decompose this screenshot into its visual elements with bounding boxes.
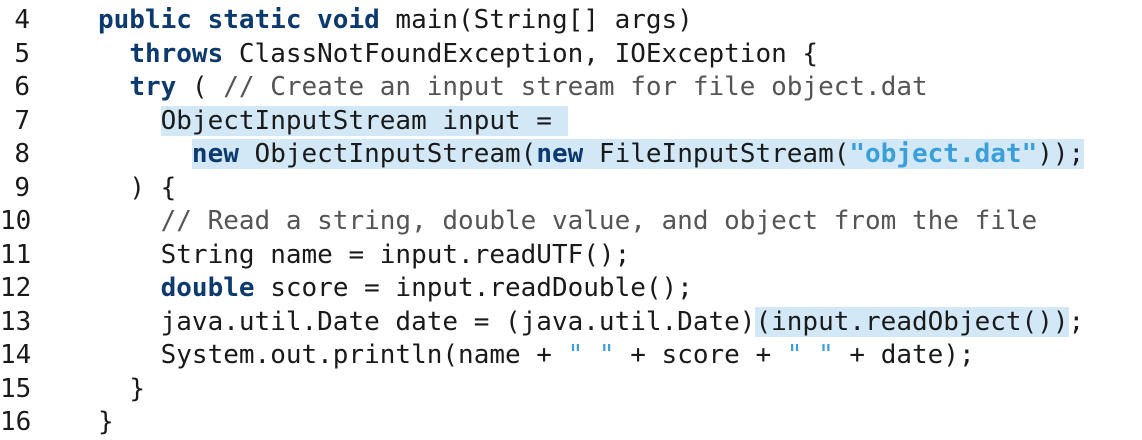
code-token: ) { [129, 172, 177, 203]
code-line: 12 double score = input.readDouble(); [0, 272, 1142, 306]
keyword: double [160, 273, 255, 303]
string-literal: " " [786, 340, 834, 370]
code-line: 11 String name = input.readUTF(); [0, 239, 1142, 273]
code-line: 7 ObjectInputStream input = [0, 105, 1142, 139]
highlighted-string: "object.dat" [849, 139, 1038, 169]
code-text: } [98, 406, 114, 440]
highlighted-code: )); [1037, 139, 1085, 169]
line-number: 6 [14, 72, 30, 102]
comment: // Read a string, double value, and obje… [160, 206, 1038, 236]
code-line: 10 // Read a string, double value, and o… [0, 205, 1142, 239]
line-number: 8 [14, 139, 30, 169]
code-text: String name = input.readUTF(); [98, 239, 631, 273]
line-number: 12 [0, 273, 32, 303]
code-line: 4 public static void main(String[] args) [0, 4, 1142, 38]
code-text: java.util.Date date = (java.util.Date)(i… [98, 306, 1084, 340]
code-text: try ( // Create an input stream for file… [98, 71, 928, 105]
code-line: 8 new ObjectInputStream(new FileInputStr… [0, 138, 1142, 172]
code-token: ( [176, 72, 224, 102]
code-text: System.out.println(name + " " + score + … [98, 339, 975, 373]
code-line: 13 java.util.Date date = (java.util.Date… [0, 306, 1142, 340]
code-line: 6 try ( // Create an input stream for fi… [0, 71, 1142, 105]
code-token: } [98, 407, 114, 437]
code-token: ClassNotFoundException, IOException { [223, 38, 819, 69]
code-token: + date); [833, 340, 975, 370]
highlighted-keyword: new [191, 139, 239, 169]
code-line: 14 System.out.println(name + " " + score… [0, 339, 1142, 373]
code-token: String name = input.readUTF(); [160, 239, 631, 270]
code-text: double score = input.readDouble(); [98, 272, 693, 306]
line-number: 7 [14, 105, 30, 136]
code-listing: 4 public static void main(String[] args) 5… [0, 4, 1142, 440]
code-text: throws ClassNotFoundException, IOExcepti… [98, 38, 818, 72]
highlighted-code: ObjectInputStream( [238, 139, 537, 169]
keyword: try [129, 72, 177, 102]
code-token: } [129, 373, 145, 404]
code-line: 16} [0, 406, 1142, 440]
highlighted-code: FileInputStream( [583, 139, 850, 169]
code-token: System.out.println(name + [160, 340, 568, 370]
line-number: 11 [0, 239, 32, 270]
line-number: 9 [14, 172, 30, 203]
keyword: public static void [98, 5, 380, 35]
line-number: 15 [0, 373, 32, 404]
code-text: new ObjectInputStream(new FileInputStrea… [98, 138, 1085, 172]
code-line: 15 } [0, 373, 1142, 407]
code-line: 9 ) { [0, 172, 1142, 206]
line-number: 14 [0, 340, 32, 370]
string-literal: " " [567, 340, 615, 370]
code-text: ObjectInputStream input = [98, 105, 568, 139]
code-token: score = input.readDouble(); [254, 273, 693, 303]
code-token: ; [1068, 306, 1085, 337]
highlighted-keyword: new [536, 139, 584, 169]
code-token: java.util.Date date = (java.util.Date) [160, 306, 756, 337]
code-text: // Read a string, double value, and obje… [98, 205, 1038, 239]
line-number: 13 [0, 306, 32, 337]
line-number: 10 [0, 206, 32, 236]
code-text: } [98, 373, 145, 407]
keyword: throws [129, 38, 224, 69]
line-number: 16 [0, 407, 32, 437]
line-number: 4 [14, 5, 30, 35]
code-text: public static void main(String[] args) [98, 4, 693, 38]
highlighted-code: ObjectInputStream input = [160, 105, 568, 136]
code-text: ) { [98, 172, 176, 206]
line-number: 5 [14, 38, 30, 69]
code-line: 5 throws ClassNotFoundException, IOExcep… [0, 38, 1142, 72]
code-token: main(String[] args) [379, 5, 693, 35]
comment: // Create an input stream for file objec… [223, 72, 928, 102]
highlighted-code: (input.readObject()) [755, 306, 1069, 337]
code-token: + score + [614, 340, 787, 370]
